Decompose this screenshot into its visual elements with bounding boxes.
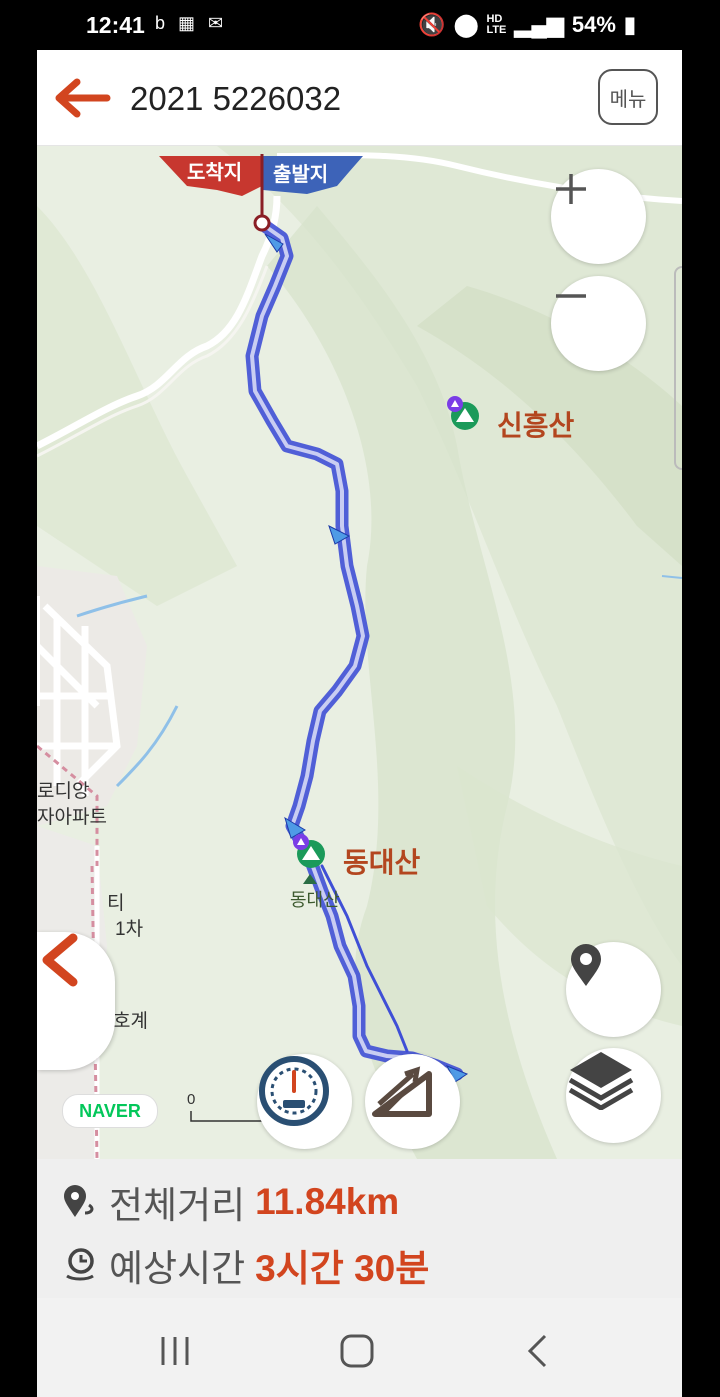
zoom-in-button[interactable] — [551, 169, 646, 264]
status-time: 12:41 — [86, 12, 145, 38]
battery-percent: 54% — [571, 12, 616, 37]
my-location-button[interactable] — [566, 942, 661, 1037]
chevron-left-icon — [42, 933, 78, 987]
peak-label-sinheungsan: 신흥산 — [497, 410, 575, 441]
recents-icon — [161, 1337, 189, 1365]
location-pin-icon — [571, 944, 601, 986]
hd-lte-indicator: HD LTE — [486, 13, 507, 36]
header: 2021 5226032 메뉴 — [37, 50, 682, 146]
map-view[interactable]: 도착지 출발지 신흥산 동대산 동대산 로디앙 자아파트 티 1차 IC 호계 … — [37, 146, 682, 1159]
departure-flag-label: 출발지 — [273, 164, 329, 186]
app-window: 2021 5226032 메뉴 도착지 출발지 신흥산 동대산 동대산 로디앙 … — [37, 50, 682, 1397]
page-title: 2021 5226032 — [130, 80, 342, 117]
menu-button[interactable]: 메뉴 — [598, 69, 658, 125]
slope-icon — [372, 1066, 432, 1117]
place-label-ti: 티 — [107, 893, 125, 914]
back-arrow-icon[interactable] — [55, 78, 111, 118]
plus-icon — [556, 174, 586, 204]
peak-label-dongdaesan: 동대산 — [343, 847, 421, 878]
scale-zero-label: 0 — [187, 1091, 196, 1108]
map-side-handle[interactable] — [674, 266, 682, 470]
distance-value: 11.84km — [255, 1181, 400, 1222]
system-nav-bar — [37, 1298, 682, 1397]
route-info-panel: 전체거리 11.84km 예상시간 3시간 30분 — [37, 1159, 682, 1298]
place-label-hogye: 호계 — [113, 1011, 148, 1032]
time-label: 예상시간 — [109, 1248, 246, 1289]
home-button[interactable] — [339, 1333, 375, 1373]
elevation-button[interactable] — [365, 1054, 460, 1149]
time-value: 3시간 30분 — [255, 1248, 430, 1289]
distance-label: 전체거리 — [109, 1185, 246, 1226]
recent-apps-button[interactable] — [159, 1335, 191, 1371]
peak-label-small: 동대산 — [290, 890, 340, 910]
zoom-out-button[interactable] — [551, 276, 646, 371]
mute-icon: 🔇 — [418, 12, 446, 37]
time-row: 예상시간 3시간 30분 — [61, 1238, 429, 1292]
apartment-label-2: 자아파트 — [37, 807, 107, 828]
distance-pin-icon — [64, 1185, 94, 1217]
status-right: 🔇 ⬤ HD LTE ▂▄▆ 54% ▮ — [418, 12, 636, 38]
signal-icon: ▂▄▆ — [514, 12, 564, 37]
layers-button[interactable] — [566, 1048, 661, 1143]
system-back-button[interactable] — [525, 1333, 549, 1373]
location-icon: ⬤ — [453, 12, 479, 37]
clock-icon — [66, 1248, 94, 1281]
naver-logo: NAVER — [62, 1094, 158, 1128]
back-chevron-icon — [527, 1334, 547, 1368]
status-bar: 12:41 b ▦ ✉ 🔇 ⬤ HD LTE ▂▄▆ 54% ▮ — [0, 0, 720, 50]
distance-row: 전체거리 11.84km — [61, 1175, 399, 1229]
arrival-flag-label: 도착지 — [187, 162, 243, 184]
speedometer-icon — [259, 1056, 329, 1126]
speed-gauge-button[interactable] — [257, 1054, 352, 1149]
minus-icon — [556, 294, 586, 298]
battery-icon: ▮ — [623, 12, 636, 37]
apartment-label-1: 로디앙 — [37, 781, 90, 802]
home-icon — [340, 1334, 374, 1368]
place-label-1cha: 1차 — [115, 919, 144, 940]
layers-icon — [568, 1052, 634, 1110]
notification-icons: b ▦ ✉ — [155, 13, 228, 33]
panel-toggle-button[interactable] — [37, 932, 115, 1070]
